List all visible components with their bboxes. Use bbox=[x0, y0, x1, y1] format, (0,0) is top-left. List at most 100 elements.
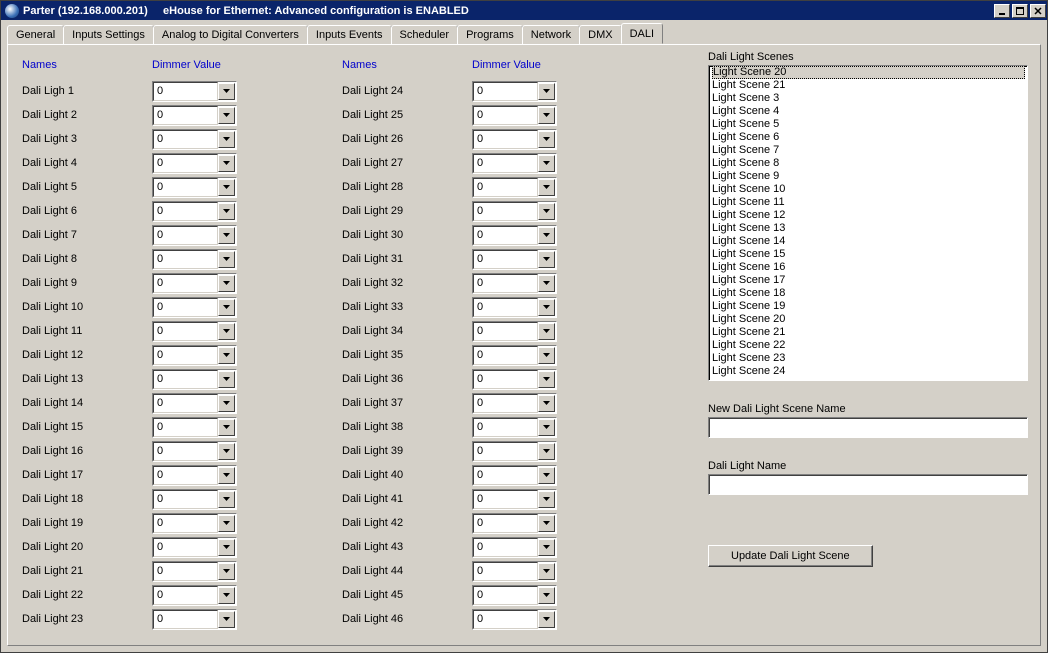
chevron-down-icon[interactable] bbox=[218, 347, 235, 364]
dimmer-value-combo[interactable]: 0 bbox=[472, 177, 557, 198]
scene-item[interactable]: Light Scene 8 bbox=[712, 157, 1025, 170]
chevron-down-icon[interactable] bbox=[538, 611, 555, 628]
scene-item[interactable]: Light Scene 22 bbox=[712, 339, 1025, 352]
chevron-down-icon[interactable] bbox=[538, 83, 555, 100]
chevron-down-icon[interactable] bbox=[538, 467, 555, 484]
chevron-down-icon[interactable] bbox=[538, 419, 555, 436]
dimmer-value-combo[interactable]: 0 bbox=[152, 273, 237, 294]
scene-item[interactable]: Light Scene 4 bbox=[712, 105, 1025, 118]
dimmer-value-combo[interactable]: 0 bbox=[472, 273, 557, 294]
chevron-down-icon[interactable] bbox=[538, 515, 555, 532]
scene-item[interactable]: Light Scene 10 bbox=[712, 183, 1025, 196]
tab-analog-to-digital-converters[interactable]: Analog to Digital Converters bbox=[153, 25, 308, 44]
chevron-down-icon[interactable] bbox=[538, 107, 555, 124]
chevron-down-icon[interactable] bbox=[218, 371, 235, 388]
chevron-down-icon[interactable] bbox=[218, 227, 235, 244]
tab-dali[interactable]: DALI bbox=[621, 23, 663, 44]
chevron-down-icon[interactable] bbox=[218, 299, 235, 316]
chevron-down-icon[interactable] bbox=[538, 299, 555, 316]
chevron-down-icon[interactable] bbox=[218, 275, 235, 292]
chevron-down-icon[interactable] bbox=[538, 323, 555, 340]
dimmer-value-combo[interactable]: 0 bbox=[152, 561, 237, 582]
dimmer-value-combo[interactable]: 0 bbox=[152, 321, 237, 342]
chevron-down-icon[interactable] bbox=[538, 227, 555, 244]
dimmer-value-combo[interactable]: 0 bbox=[152, 225, 237, 246]
tab-network[interactable]: Network bbox=[522, 25, 580, 44]
dimmer-value-combo[interactable]: 0 bbox=[152, 513, 237, 534]
chevron-down-icon[interactable] bbox=[218, 107, 235, 124]
dimmer-value-combo[interactable]: 0 bbox=[472, 489, 557, 510]
scene-item[interactable]: Light Scene 3 bbox=[712, 92, 1025, 105]
light-name-input[interactable] bbox=[708, 474, 1028, 495]
scene-item[interactable]: Light Scene 21 bbox=[712, 326, 1025, 339]
chevron-down-icon[interactable] bbox=[538, 131, 555, 148]
scene-item[interactable]: Light Scene 16 bbox=[712, 261, 1025, 274]
tab-dmx[interactable]: DMX bbox=[579, 25, 621, 44]
dimmer-value-combo[interactable]: 0 bbox=[152, 81, 237, 102]
tab-general[interactable]: General bbox=[7, 25, 64, 44]
dimmer-value-combo[interactable]: 0 bbox=[152, 609, 237, 630]
tab-inputs-settings[interactable]: Inputs Settings bbox=[63, 25, 154, 44]
dimmer-value-combo[interactable]: 0 bbox=[152, 489, 237, 510]
maximize-button[interactable] bbox=[1012, 4, 1028, 18]
scene-item[interactable]: Light Scene 24 bbox=[712, 365, 1025, 378]
chevron-down-icon[interactable] bbox=[538, 203, 555, 220]
dimmer-value-combo[interactable]: 0 bbox=[472, 225, 557, 246]
scene-item[interactable]: Light Scene 6 bbox=[712, 131, 1025, 144]
dimmer-value-combo[interactable]: 0 bbox=[152, 345, 237, 366]
dimmer-value-combo[interactable]: 0 bbox=[152, 153, 237, 174]
chevron-down-icon[interactable] bbox=[218, 155, 235, 172]
scene-item[interactable]: Light Scene 19 bbox=[712, 300, 1025, 313]
chevron-down-icon[interactable] bbox=[538, 347, 555, 364]
chevron-down-icon[interactable] bbox=[218, 563, 235, 580]
dimmer-value-combo[interactable]: 0 bbox=[472, 81, 557, 102]
chevron-down-icon[interactable] bbox=[218, 323, 235, 340]
chevron-down-icon[interactable] bbox=[218, 491, 235, 508]
dimmer-value-combo[interactable]: 0 bbox=[472, 393, 557, 414]
chevron-down-icon[interactable] bbox=[218, 179, 235, 196]
dimmer-value-combo[interactable]: 0 bbox=[152, 537, 237, 558]
chevron-down-icon[interactable] bbox=[218, 251, 235, 268]
dimmer-value-combo[interactable]: 0 bbox=[472, 561, 557, 582]
chevron-down-icon[interactable] bbox=[538, 539, 555, 556]
tab-scheduler[interactable]: Scheduler bbox=[391, 25, 459, 44]
dimmer-value-combo[interactable]: 0 bbox=[152, 201, 237, 222]
dimmer-value-combo[interactable]: 0 bbox=[472, 465, 557, 486]
dimmer-value-combo[interactable]: 0 bbox=[472, 321, 557, 342]
dimmer-value-combo[interactable]: 0 bbox=[472, 201, 557, 222]
scene-item[interactable]: Light Scene 21 bbox=[712, 79, 1025, 92]
chevron-down-icon[interactable] bbox=[218, 395, 235, 412]
chevron-down-icon[interactable] bbox=[538, 275, 555, 292]
chevron-down-icon[interactable] bbox=[218, 611, 235, 628]
dimmer-value-combo[interactable]: 0 bbox=[472, 441, 557, 462]
dimmer-value-combo[interactable]: 0 bbox=[152, 177, 237, 198]
update-scene-button[interactable]: Update Dali Light Scene bbox=[708, 545, 873, 567]
dimmer-value-combo[interactable]: 0 bbox=[472, 105, 557, 126]
dimmer-value-combo[interactable]: 0 bbox=[472, 537, 557, 558]
scene-item[interactable]: Light Scene 9 bbox=[712, 170, 1025, 183]
dimmer-value-combo[interactable]: 0 bbox=[472, 249, 557, 270]
chevron-down-icon[interactable] bbox=[218, 131, 235, 148]
scene-item[interactable]: Light Scene 18 bbox=[712, 287, 1025, 300]
dimmer-value-combo[interactable]: 0 bbox=[472, 153, 557, 174]
tab-inputs-events[interactable]: Inputs Events bbox=[307, 25, 392, 44]
dimmer-value-combo[interactable]: 0 bbox=[472, 417, 557, 438]
scenes-listbox[interactable]: Light Scene 20Light Scene 21Light Scene … bbox=[708, 65, 1028, 381]
scene-item[interactable]: Light Scene 14 bbox=[712, 235, 1025, 248]
dimmer-value-combo[interactable]: 0 bbox=[152, 585, 237, 606]
dimmer-value-combo[interactable]: 0 bbox=[152, 393, 237, 414]
dimmer-value-combo[interactable]: 0 bbox=[152, 417, 237, 438]
chevron-down-icon[interactable] bbox=[538, 587, 555, 604]
dimmer-value-combo[interactable]: 0 bbox=[472, 609, 557, 630]
tab-programs[interactable]: Programs bbox=[457, 25, 523, 44]
chevron-down-icon[interactable] bbox=[538, 395, 555, 412]
chevron-down-icon[interactable] bbox=[538, 179, 555, 196]
dimmer-value-combo[interactable]: 0 bbox=[152, 465, 237, 486]
new-scene-input[interactable] bbox=[708, 417, 1028, 438]
chevron-down-icon[interactable] bbox=[218, 587, 235, 604]
dimmer-value-combo[interactable]: 0 bbox=[472, 345, 557, 366]
close-button[interactable] bbox=[1030, 4, 1046, 18]
scene-item[interactable]: Light Scene 23 bbox=[712, 352, 1025, 365]
dimmer-value-combo[interactable]: 0 bbox=[152, 369, 237, 390]
scene-item[interactable]: Light Scene 11 bbox=[712, 196, 1025, 209]
